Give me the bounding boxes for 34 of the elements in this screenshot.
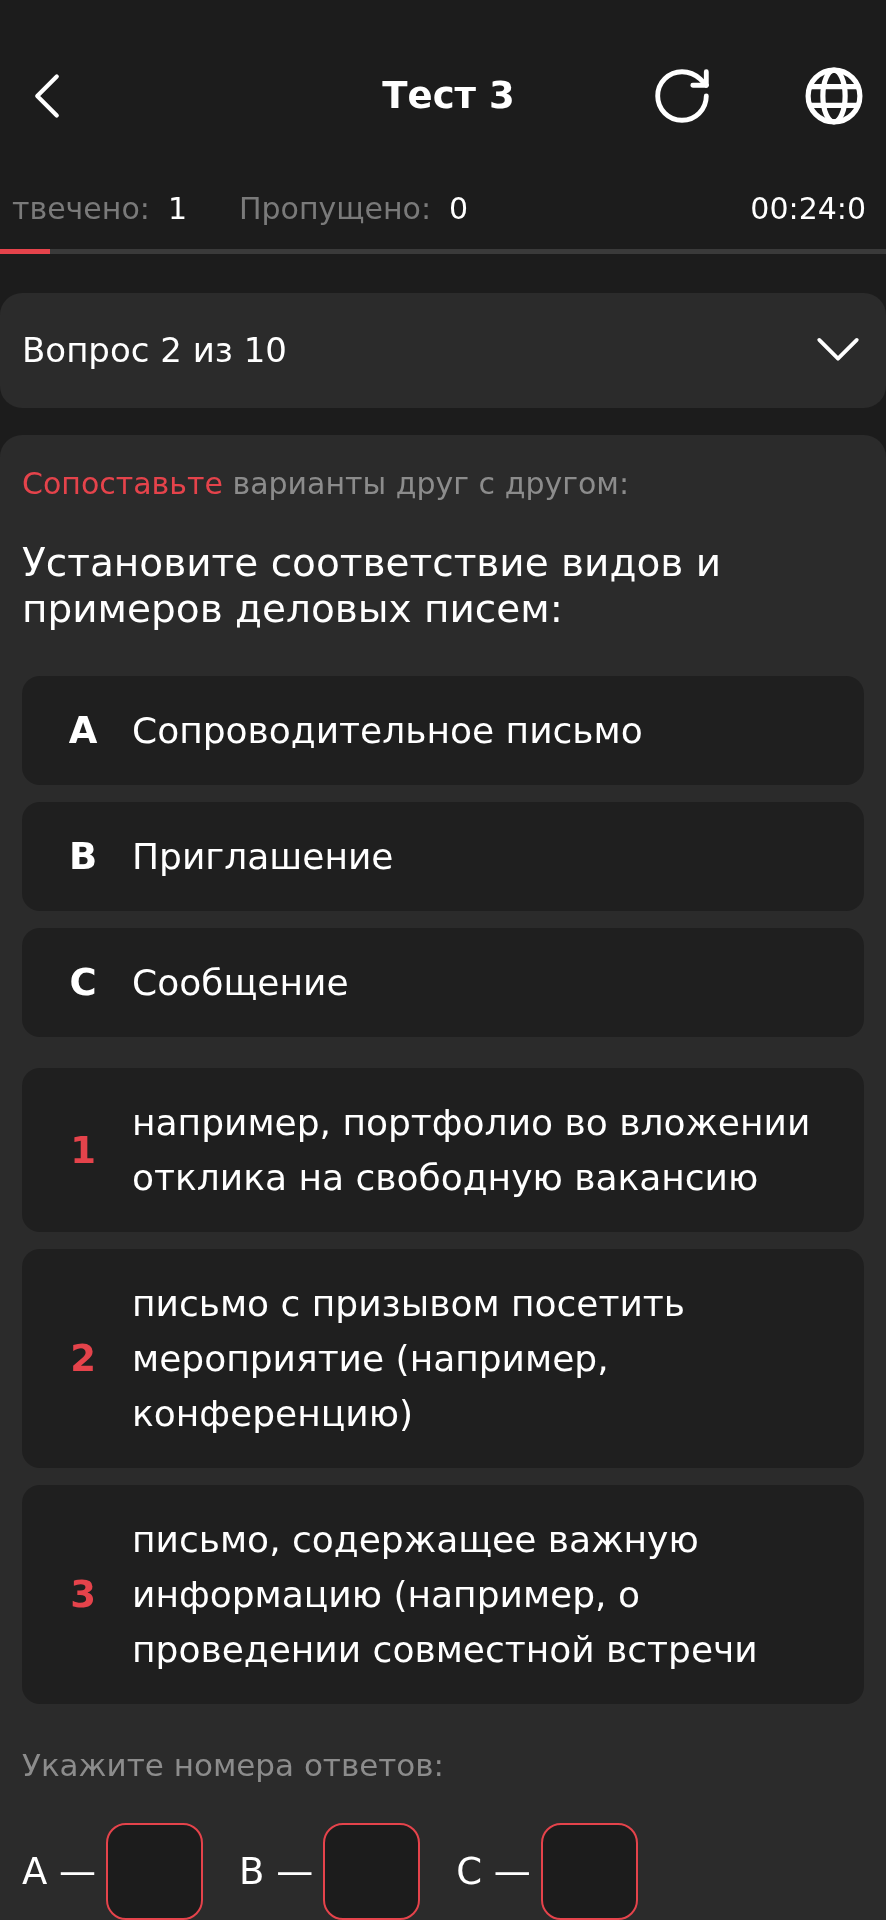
option-text: Сообщение xyxy=(132,961,349,1005)
match-text: письмо с призывом посетить мероприятие (например, конференцию) xyxy=(132,1282,687,1436)
timer-text: 00:24:0 xyxy=(750,190,866,227)
restart-button[interactable] xyxy=(655,69,709,124)
question-selector[interactable]: Вопрос 2 из 10 xyxy=(0,292,886,408)
stat-label: Пропущено: xyxy=(238,190,432,227)
match-text: например, портфолио во вложении отклика на свободную вакансию xyxy=(132,1101,812,1200)
globe-icon xyxy=(805,67,863,126)
instruction-text: Сопоставьте варианты друг с другом: xyxy=(22,466,631,502)
answer-field[interactable] xyxy=(323,1823,421,1920)
page-title: Тест 3 xyxy=(382,74,515,119)
question-text: Установите соответствие видов и примеров деловых писем: xyxy=(22,540,722,632)
chevron-left-icon xyxy=(34,73,60,120)
match-number: 3 xyxy=(69,1572,97,1618)
option-letter: C xyxy=(68,960,98,1006)
option-text: Сопроводительное письмо xyxy=(132,709,643,753)
match-number: 1 xyxy=(69,1127,97,1174)
language-button[interactable] xyxy=(805,67,863,126)
answer-label: C — xyxy=(456,1850,531,1893)
match-number: 2 xyxy=(69,1336,97,1382)
stat-value: 1 xyxy=(167,190,187,227)
answer-field[interactable] xyxy=(106,1823,204,1920)
option-letter: B xyxy=(67,834,99,880)
stat-label: твечено: xyxy=(12,190,150,227)
stat-value: 0 xyxy=(449,190,469,227)
answer-prompt: Укажите номера ответов: xyxy=(22,1747,445,1783)
refresh-icon xyxy=(655,69,709,124)
answer-label: A — xyxy=(22,1850,97,1893)
option-letter: A xyxy=(67,708,99,754)
answer-label: B — xyxy=(239,1850,314,1893)
answer-field[interactable] xyxy=(540,1823,638,1920)
match-text: письмо, содержащее важную информацию (например, о проведении совместной встречи xyxy=(132,1518,759,1672)
back-button[interactable] xyxy=(34,73,60,120)
option-text: Приглашение xyxy=(132,835,394,879)
